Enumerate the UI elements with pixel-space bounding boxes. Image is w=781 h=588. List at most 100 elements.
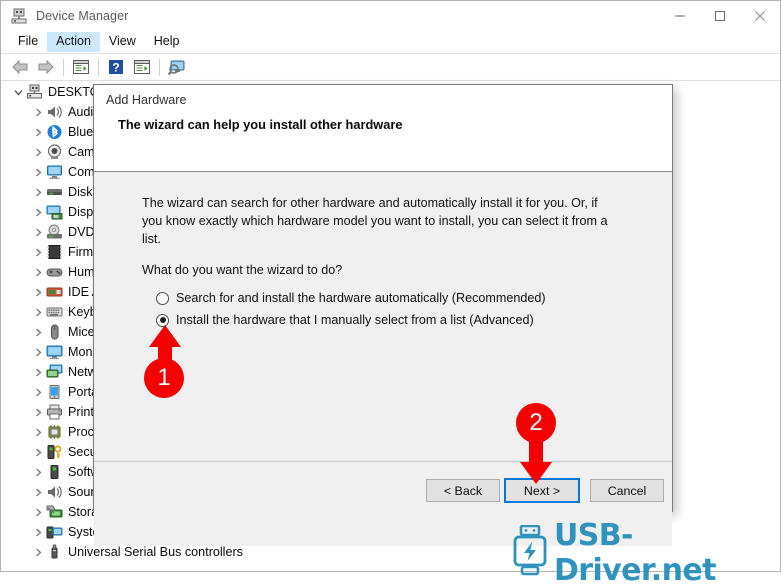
- back-arrow-icon[interactable]: [7, 55, 33, 79]
- mouse-icon: [46, 324, 63, 340]
- dialog-header: Add Hardware The wizard can help you ins…: [94, 85, 672, 172]
- dialog-question: What do you want the wizard to do?: [142, 263, 343, 277]
- chevron-right-icon[interactable]: [30, 264, 46, 280]
- chevron-right-icon[interactable]: [30, 244, 46, 260]
- portable-device-icon: [46, 384, 63, 400]
- chevron-right-icon[interactable]: [30, 164, 46, 180]
- software-device-icon: [46, 464, 63, 480]
- close-button[interactable]: [740, 1, 780, 31]
- chevron-right-icon[interactable]: [30, 404, 46, 420]
- chevron-right-icon[interactable]: [30, 224, 46, 240]
- chevron-right-icon[interactable]: [30, 464, 46, 480]
- radio-button-automatic[interactable]: [156, 291, 169, 305]
- watermark: USB-Driver.net: [510, 518, 781, 588]
- chevron-right-icon[interactable]: [30, 104, 46, 120]
- security-device-icon: [46, 444, 63, 460]
- chevron-right-icon[interactable]: [30, 124, 46, 140]
- chevron-right-icon[interactable]: [30, 184, 46, 200]
- tree-item-label: Moni: [68, 345, 96, 359]
- dialog-title: Add Hardware: [106, 93, 187, 107]
- disk-drive-icon: [46, 184, 63, 200]
- add-hardware-dialog: Add Hardware The wizard can help you ins…: [93, 84, 673, 546]
- monitor-icon: [46, 344, 63, 360]
- dialog-paragraph: The wizard can search for other hardware…: [142, 196, 608, 246]
- toolbar-divider-3: [159, 58, 160, 76]
- menu-item-view[interactable]: View: [100, 32, 145, 52]
- watermark-text: USB-Driver.net: [554, 518, 716, 588]
- tool-bar: ?: [1, 54, 780, 80]
- computer-icon: [46, 164, 63, 180]
- dialog-footer: [94, 462, 672, 511]
- title-bar: Device Manager: [1, 1, 780, 31]
- dialog-heading: The wizard can help you install other ha…: [118, 117, 403, 132]
- chevron-right-icon[interactable]: [30, 204, 46, 220]
- usb-logo-icon: [510, 524, 550, 582]
- tree-item-label: Universal Serial Bus controllers: [68, 545, 243, 559]
- minimize-button[interactable]: [660, 1, 700, 31]
- chevron-right-icon[interactable]: [30, 324, 46, 340]
- menu-item-help[interactable]: Help: [145, 32, 189, 52]
- forward-arrow-icon[interactable]: [33, 55, 59, 79]
- scan-hardware-changes-icon[interactable]: [164, 55, 190, 79]
- toolbar-divider-2: [98, 58, 99, 76]
- tree-item-label: Mice: [68, 325, 95, 339]
- chevron-right-icon[interactable]: [30, 364, 46, 380]
- chevron-right-icon[interactable]: [30, 344, 46, 360]
- storage-controller-icon: [46, 504, 63, 520]
- firmware-icon: [46, 244, 63, 260]
- svg-text:?: ?: [112, 61, 119, 75]
- usb-controller-icon: [46, 544, 63, 560]
- computer-root-icon: [26, 84, 43, 100]
- printer-icon: [46, 404, 63, 420]
- chevron-right-icon[interactable]: [30, 544, 46, 560]
- processor-icon: [46, 424, 63, 440]
- tree-item-label: Print: [68, 405, 94, 419]
- camera-icon: [46, 144, 63, 160]
- chevron-right-icon[interactable]: [30, 484, 46, 500]
- tree-item-label: Hum: [68, 265, 95, 279]
- sound-device-icon: [46, 484, 63, 500]
- step-marker-2-label: 2: [529, 409, 543, 436]
- maximize-button[interactable]: [700, 1, 740, 31]
- radio-option-manual[interactable]: Install the hardware that I manually sel…: [156, 313, 534, 327]
- system-device-icon: [46, 524, 63, 540]
- chevron-down-icon[interactable]: [10, 84, 26, 100]
- menu-item-action[interactable]: Action: [47, 32, 100, 52]
- network-adapter-icon: [46, 364, 63, 380]
- ide-controller-icon: [46, 284, 63, 300]
- radio-label-manual: Install the hardware that I manually sel…: [176, 313, 534, 327]
- menu-item-file[interactable]: File: [9, 32, 47, 52]
- chevron-right-icon[interactable]: [30, 524, 46, 540]
- keyboard-icon: [46, 304, 63, 320]
- toolbar-divider-bottom: [1, 80, 780, 81]
- radio-label-automatic: Search for and install the hardware auto…: [176, 291, 546, 305]
- dvd-drive-icon: [46, 224, 63, 240]
- step-marker-1: 1: [144, 358, 184, 398]
- step-marker-1-label: 1: [157, 364, 171, 391]
- toolbar-divider: [63, 58, 64, 76]
- help-icon[interactable]: ?: [103, 55, 129, 79]
- window-title: Device Manager: [36, 9, 129, 23]
- step-marker-2: 2: [516, 403, 556, 443]
- speaker-icon: [46, 104, 63, 120]
- cancel-button[interactable]: Cancel: [590, 479, 664, 502]
- radio-option-automatic[interactable]: Search for and install the hardware auto…: [156, 291, 546, 305]
- back-button[interactable]: < Back: [426, 479, 500, 502]
- chevron-right-icon[interactable]: [30, 444, 46, 460]
- properties-icon[interactable]: [68, 55, 94, 79]
- screenshot-root: Device Manager File Action View Help ? D…: [0, 0, 781, 588]
- chevron-right-icon[interactable]: [30, 504, 46, 520]
- menu-bar: File Action View Help: [1, 31, 780, 53]
- show-hidden-devices-icon[interactable]: [129, 55, 155, 79]
- chevron-right-icon[interactable]: [30, 424, 46, 440]
- step-arrow-2: [516, 438, 556, 489]
- display-adapter-icon: [46, 204, 63, 220]
- chevron-right-icon[interactable]: [30, 304, 46, 320]
- chevron-right-icon[interactable]: [30, 284, 46, 300]
- human-interface-icon: [46, 264, 63, 280]
- chevron-right-icon[interactable]: [30, 144, 46, 160]
- chevron-right-icon[interactable]: [30, 384, 46, 400]
- device-manager-icon: [10, 7, 28, 25]
- window-controls: [660, 1, 780, 31]
- bluetooth-icon: [46, 124, 63, 140]
